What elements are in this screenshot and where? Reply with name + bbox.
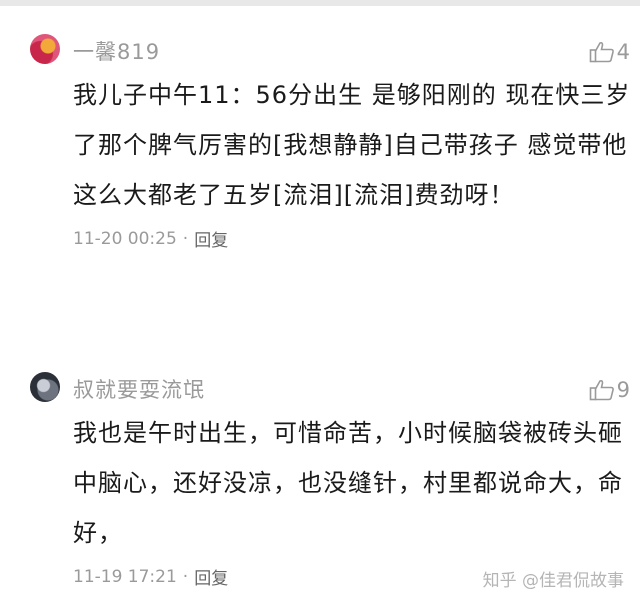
watermark: 知乎 @佳君侃故事 [482, 571, 624, 591]
like-count: 9 [616, 378, 630, 402]
meta-separator: · [182, 566, 189, 587]
comment-item: 一馨819 4 我儿子中午11：56分出生 是够阳刚的 现在快三岁了那个脾气厉害… [0, 26, 640, 251]
comment-header: 一馨819 4 [0, 26, 640, 70]
reply-link[interactable]: 回复 [194, 226, 228, 251]
comment-time: 11-20 00:25 [73, 228, 177, 249]
thumbs-up-icon [589, 379, 615, 401]
comment-item: 叔就要耍流氓 9 我也是午时出生，可惜命苦，小时候脑袋被砖头砸中脑心，还好没凉，… [0, 364, 640, 589]
comment-header: 叔就要耍流氓 9 [0, 364, 640, 408]
like-button[interactable]: 4 [589, 40, 630, 64]
top-divider [0, 0, 640, 6]
comment-text: 我也是午时出生，可惜命苦，小时候脑袋被砖头砸中脑心，还好没凉，也没缝针，村里都说… [73, 419, 623, 547]
thumbs-up-icon [589, 41, 615, 63]
like-button[interactable]: 9 [589, 378, 630, 402]
comment-meta: 11-20 00:25 · 回复 [73, 226, 640, 252]
reply-link[interactable]: 回复 [194, 564, 228, 589]
comment-text: 我儿子中午11：56分出生 是够阳刚的 现在快三岁了那个脾气厉害的[我想静静]自… [73, 81, 631, 209]
meta-separator: · [182, 228, 189, 249]
comment-username[interactable]: 叔就要耍流氓 [73, 374, 205, 404]
like-count: 4 [616, 40, 630, 64]
comment-time: 11-19 17:21 [73, 566, 177, 587]
avatar[interactable] [30, 372, 60, 402]
avatar[interactable] [30, 34, 60, 64]
comment-username[interactable]: 一馨819 [73, 36, 160, 66]
